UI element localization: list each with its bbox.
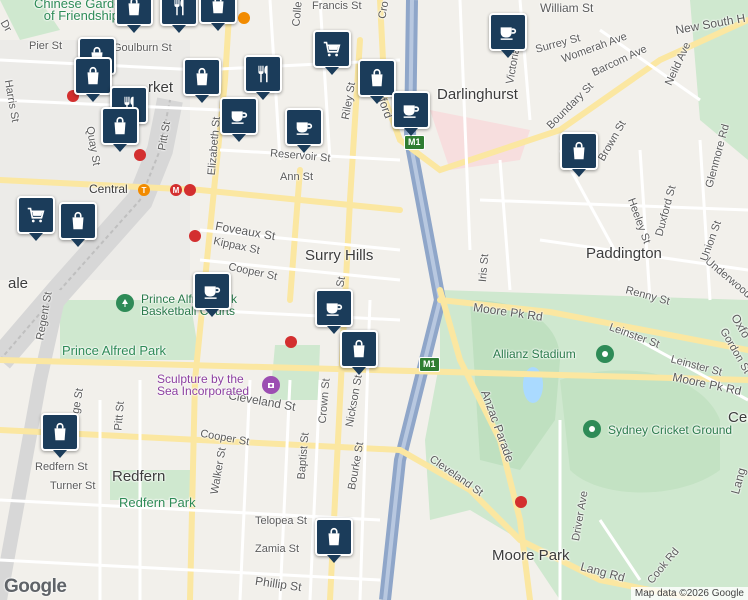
metro-icon: M (170, 184, 182, 196)
stadium-icon (596, 345, 614, 363)
shopping-icon (72, 211, 84, 230)
street-label: Francis St (312, 0, 362, 12)
shopping-marker[interactable] (74, 57, 112, 102)
street-label: Colle (290, 0, 305, 28)
shopping-icon (196, 67, 208, 86)
cafe-icon (326, 303, 343, 316)
shopping-marker[interactable] (358, 59, 396, 104)
street-label: Telopea St (255, 515, 307, 527)
cafe-marker[interactable] (285, 108, 323, 153)
street-label: William St (540, 1, 594, 15)
bus-stop-icon (189, 230, 201, 242)
shopping-marker[interactable] (560, 132, 598, 177)
restaurant-marker[interactable] (160, 0, 198, 33)
suburb-surry-hills: Surry Hills (305, 247, 374, 264)
shopping-icon (353, 339, 365, 358)
station-central-label: Central (89, 182, 128, 196)
suburb-paddington: Paddington (586, 245, 662, 262)
grocery-marker[interactable] (17, 196, 55, 241)
street-label: Goulburn St (113, 42, 172, 54)
suburb-ultimo: ale (8, 275, 29, 292)
street-label: St (334, 275, 349, 289)
cafe-marker[interactable] (315, 289, 353, 334)
google-logo: Google (4, 576, 67, 597)
map-attribution[interactable]: Map data ©2026 Google (630, 587, 748, 600)
shopping-marker[interactable] (315, 518, 353, 563)
road-badge-m1: M1 (404, 135, 425, 150)
bus-stop-icon (238, 12, 250, 24)
place-redfern-park: Redfern Park (119, 495, 196, 510)
suburb-haymarket: rket (148, 79, 174, 96)
shopping-icon (128, 0, 140, 16)
grocery-icon (27, 207, 45, 223)
shopping-icon (371, 68, 383, 87)
place-sydney-cricket-ground: Sydney Cricket Ground (608, 423, 733, 437)
shopping-icon (114, 116, 126, 135)
street-label: Redfern St (35, 461, 88, 473)
suburb-redfern: Redfern (112, 468, 166, 485)
light-rail-icon (184, 184, 196, 196)
bus-stop-icon (515, 496, 527, 508)
restaurant-icon (174, 0, 184, 16)
suburb-darlinghurst: Darlinghurst (437, 86, 518, 103)
cafe-marker[interactable] (392, 91, 430, 136)
cafe-marker[interactable] (489, 13, 527, 58)
road-badge-m1: M1 (419, 357, 440, 372)
shopping-marker[interactable] (199, 0, 237, 31)
grocery-icon (323, 41, 341, 57)
restaurant-icon (258, 65, 268, 83)
shopping-marker[interactable] (115, 0, 153, 33)
cafe-icon (296, 122, 313, 135)
stadium-icon (583, 420, 601, 438)
shopping-marker[interactable] (59, 202, 97, 247)
street-label: Iris St (476, 253, 492, 283)
grocery-marker[interactable] (313, 30, 351, 75)
street-label: Pier St (29, 40, 63, 52)
place-prince-alfred-park: Prince Alfred Park (62, 343, 167, 358)
shopping-icon (87, 66, 99, 85)
street-label: Zamia St (255, 543, 300, 555)
shopping-icon (212, 0, 224, 14)
street-label: Pitt St (112, 400, 127, 432)
shopping-marker[interactable] (340, 330, 378, 375)
restaurant-marker[interactable] (244, 55, 282, 100)
cafe-icon (403, 105, 420, 118)
suburb-moore-park: Moore Park (492, 547, 570, 564)
shopping-marker[interactable] (101, 107, 139, 152)
shopping-icon (328, 527, 340, 546)
park-icon (116, 294, 134, 312)
street-label: Ann St (280, 171, 314, 183)
place-allianz-stadium: Allianz Stadium (493, 347, 576, 361)
cafe-marker[interactable] (220, 97, 258, 142)
shopping-icon (54, 422, 66, 441)
place-sculpture-by-the-sea: Sculpture by the Sea Incorporated (157, 372, 250, 398)
bus-stop-icon (134, 149, 146, 161)
train-icon: T (138, 184, 150, 196)
shopping-marker[interactable] (41, 413, 79, 458)
bus-stop-icon (285, 336, 297, 348)
cafe-marker[interactable] (193, 272, 231, 317)
cafe-icon (231, 111, 248, 124)
shopping-icon (573, 141, 585, 160)
cafe-icon (204, 286, 221, 299)
gallery-icon (262, 376, 280, 394)
map-canvas[interactable]: Surry Hills Darlinghurst Paddington Redf… (0, 0, 748, 600)
street-label: Turner St (50, 480, 96, 492)
cafe-icon (500, 27, 517, 40)
shopping-marker[interactable] (183, 58, 221, 103)
